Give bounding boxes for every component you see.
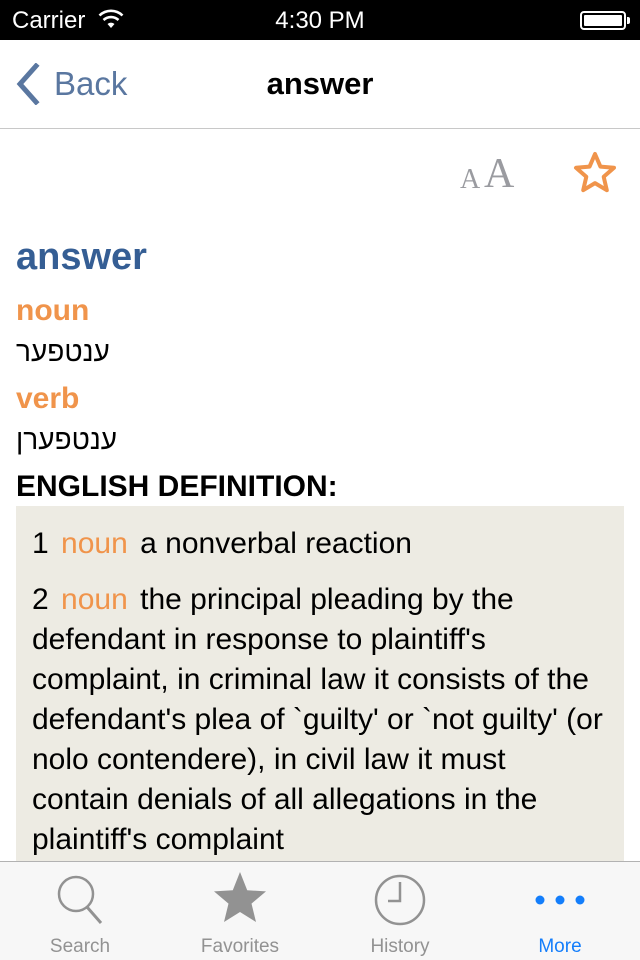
definition-box: 1 noun a nonverbal reaction 2 noun the p… — [16, 506, 624, 861]
tab-label: More — [538, 936, 582, 957]
definition-text: the principal pleading by the defendant … — [32, 583, 603, 856]
tab-label: History — [370, 936, 430, 957]
battery-tip — [627, 17, 630, 24]
tab-label: Search — [49, 936, 111, 957]
star-icon — [214, 872, 266, 922]
font-size-large-icon: A — [484, 151, 515, 197]
tab-more[interactable]: More — [480, 862, 640, 960]
page-title: answer — [266, 66, 374, 101]
clock-time: 4:30 PM — [275, 7, 365, 34]
definition-pos: noun — [61, 527, 128, 560]
more-icon — [535, 895, 585, 905]
definition-number: 1 — [32, 527, 49, 560]
translation-verb: ענטפערן — [16, 424, 118, 455]
entry-content[interactable]: A A answer noun ענטפער verb ענטפערן ENGL… — [0, 130, 640, 861]
tab-search[interactable]: Search — [0, 862, 160, 960]
search-icon — [57, 875, 103, 924]
definition-heading: ENGLISH DEFINITION: — [16, 470, 338, 503]
font-size-button[interactable]: A A — [458, 151, 520, 197]
definition-number: 2 — [32, 583, 49, 616]
favorite-star-icon[interactable] — [572, 150, 618, 196]
tab-bar: Search Favorites History More — [0, 861, 640, 960]
navigation-bar: Back answer — [0, 40, 640, 129]
status-bar: Carrier 4:30 PM — [0, 0, 640, 40]
definition-item: 1 noun a nonverbal reaction — [32, 524, 608, 564]
translation-noun: ענטפער — [16, 336, 110, 367]
battery-icon — [580, 11, 626, 30]
part-of-speech-noun: noun — [16, 294, 90, 327]
part-of-speech-verb: verb — [16, 382, 80, 415]
definition-text: a nonverbal reaction — [140, 527, 412, 560]
font-size-small-icon: A — [460, 164, 481, 195]
definition-pos: noun — [61, 583, 128, 616]
tab-favorites[interactable]: Favorites — [160, 862, 320, 960]
headword: answer — [16, 236, 147, 278]
clock-icon — [374, 874, 426, 926]
tab-label: Favorites — [200, 936, 280, 957]
tab-history[interactable]: History — [320, 862, 480, 960]
definition-item: 2 noun the principal pleading by the def… — [32, 580, 608, 860]
